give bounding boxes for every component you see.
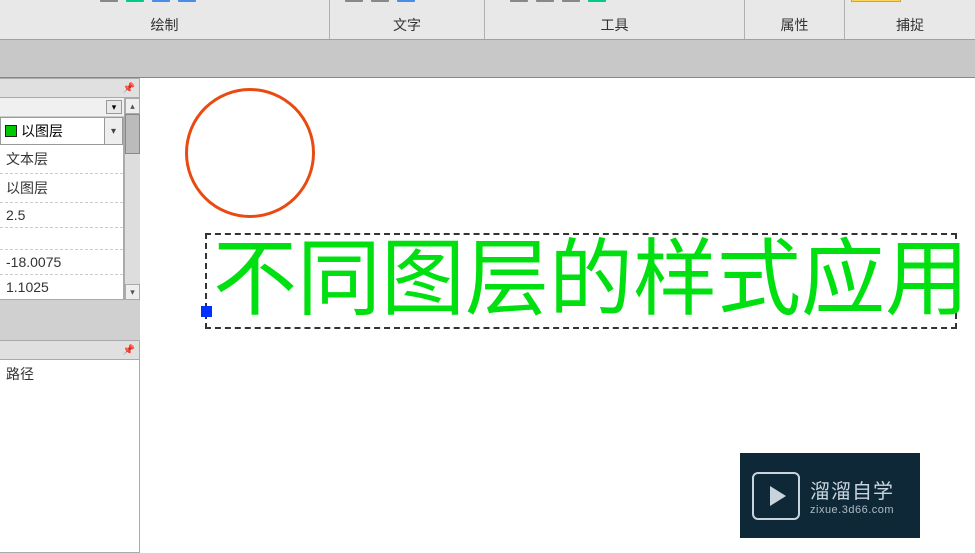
scroll-thumb[interactable] [125, 114, 140, 154]
layer-color-swatch [5, 125, 17, 137]
pin-icon[interactable]: 📌 [123, 344, 135, 356]
property-row-empty[interactable] [0, 228, 123, 250]
drawing-canvas[interactable]: 不同图层的样式应用 溜溜自学 zixue.3d66.com [140, 78, 975, 553]
ribbon-group-snap[interactable]: 捕捉 [845, 0, 975, 39]
ribbon-group-text[interactable]: 文字 [330, 0, 485, 39]
ribbon-group-label: 工具 [601, 0, 629, 35]
panel-scrollbar[interactable]: ▴ ▾ [124, 98, 140, 300]
properties-panel: ▾ 以图层 ▾ 文本层 以图层 2.5 -18.0075 1.1 [0, 98, 140, 300]
tool-icon[interactable] [510, 0, 528, 2]
chevron-down-icon[interactable]: ▾ [105, 117, 123, 145]
left-panels: 📌 ▾ 以图层 ▾ 文本层 以图层 2.5 [0, 78, 140, 553]
scroll-up-button[interactable]: ▴ [125, 98, 140, 114]
property-row-value[interactable]: 2.5 [0, 203, 123, 228]
ribbon-group-props[interactable]: 属性 [745, 0, 845, 39]
text-tool-icon[interactable] [397, 0, 415, 2]
draw-tool-icon[interactable] [178, 0, 196, 2]
scroll-track[interactable] [125, 154, 140, 284]
draw-tool-icon[interactable] [126, 0, 144, 2]
ribbon-group-label: 属性 [781, 0, 809, 35]
snap-highlight-icon[interactable] [851, 0, 901, 2]
property-row-bylayer[interactable]: 以图层 [0, 174, 123, 203]
property-row-textlayer[interactable]: 文本层 [0, 145, 123, 174]
ribbon-group-tools[interactable]: 工具 [485, 0, 745, 39]
property-value: 2.5 [6, 207, 25, 223]
layer-dropdown-label: 以图层 [21, 121, 63, 141]
draw-tool-icon[interactable] [100, 0, 118, 2]
path-label: 路径 [6, 364, 34, 384]
watermark-logo-icon [752, 472, 800, 520]
play-icon [770, 486, 786, 506]
property-row-y[interactable]: 1.1025 [0, 275, 123, 299]
property-label: 以图层 [6, 178, 48, 198]
ribbon-toolbar: 绘制 文字 工具 属性 捕捉 [0, 0, 975, 40]
watermark-title: 溜溜自学 [810, 475, 894, 504]
property-value: -18.0075 [6, 254, 61, 270]
text-entity[interactable]: 不同图层的样式应用 [205, 233, 957, 329]
watermark-subtitle: zixue.3d66.com [810, 504, 894, 516]
path-row[interactable]: 路径 [0, 360, 139, 388]
watermark: 溜溜自学 zixue.3d66.com [740, 453, 920, 538]
property-row-x[interactable]: -18.0075 [0, 250, 123, 275]
pin-icon[interactable]: 📌 [123, 82, 135, 94]
property-label: 文本层 [6, 149, 48, 169]
tool-icon[interactable] [588, 0, 606, 2]
panel-top-dropdown[interactable]: ▾ [0, 98, 124, 117]
main-area: 📌 ▾ 以图层 ▾ 文本层 以图层 2.5 [0, 78, 975, 553]
layer-dropdown[interactable]: 以图层 ▾ [0, 117, 123, 145]
properties-panel-header[interactable]: 📌 [0, 78, 140, 98]
path-panel: 路径 [0, 360, 140, 553]
path-panel-header[interactable]: 📌 [0, 340, 140, 360]
ribbon-group-label: 绘制 [151, 0, 179, 35]
ribbon-group-label: 捕捉 [896, 0, 924, 35]
text-tool-icon[interactable] [371, 0, 389, 2]
property-value: 1.1025 [6, 279, 49, 295]
ribbon-group-label: 文字 [393, 0, 421, 35]
text-entity-content: 不同图层的样式应用 [213, 234, 969, 327]
tool-icon[interactable] [562, 0, 580, 2]
panel-gap [0, 300, 140, 340]
chevron-down-icon[interactable]: ▾ [106, 100, 122, 114]
circle-entity[interactable] [185, 88, 315, 218]
draw-tool-icon[interactable] [152, 0, 170, 2]
tool-icon[interactable] [536, 0, 554, 2]
ribbon-group-draw[interactable]: 绘制 [0, 0, 330, 39]
scroll-down-button[interactable]: ▾ [125, 284, 140, 300]
text-tool-icon[interactable] [345, 0, 363, 2]
selection-grip[interactable] [201, 306, 212, 317]
toolbar-spacer [0, 40, 975, 78]
